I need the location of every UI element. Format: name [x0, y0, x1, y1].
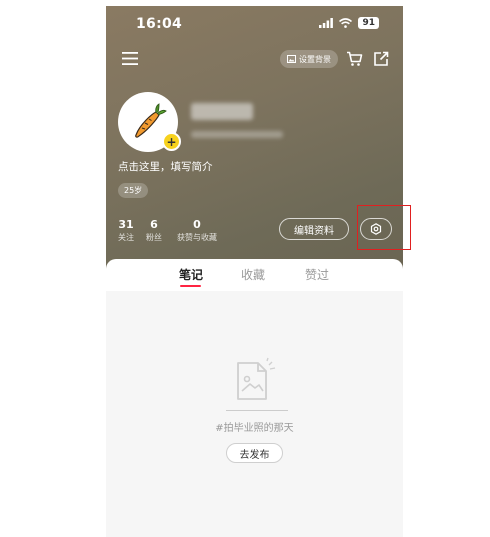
tab-collections[interactable]: 收藏 [241, 266, 265, 283]
user-id-blurred [191, 131, 283, 138]
wifi-icon [339, 18, 353, 28]
stat-followers-count: 6 [150, 218, 158, 231]
stat-likes-count: 0 [193, 218, 201, 231]
empty-note-icon [237, 357, 276, 400]
tab-liked[interactable]: 赞过 [305, 266, 329, 283]
stat-following[interactable]: 31 关注 [118, 218, 134, 243]
image-icon [287, 55, 296, 63]
active-tab-indicator [180, 285, 201, 287]
set-background-button[interactable]: 设置背景 [280, 50, 338, 68]
share-icon[interactable] [373, 51, 389, 67]
add-avatar-badge[interactable]: + [162, 132, 181, 151]
edit-profile-button[interactable]: 编辑资料 [279, 218, 349, 240]
username-blurred [191, 103, 253, 120]
carrot-icon [135, 103, 167, 138]
battery-indicator: 91 [358, 17, 379, 29]
bio-placeholder[interactable]: 点击这里，填写简介 [118, 159, 213, 174]
age-badge[interactable]: 25岁 [118, 183, 149, 198]
empty-state-hint: #拍毕业照的那天 [215, 423, 294, 434]
empty-divider [226, 410, 288, 411]
menu-icon[interactable] [122, 52, 138, 65]
stat-following-count: 31 [118, 218, 134, 231]
stat-following-label: 关注 [118, 233, 134, 242]
stat-followers[interactable]: 6 粉丝 [146, 218, 162, 243]
tab-notes[interactable]: 笔记 [179, 266, 203, 283]
stat-likes-collects[interactable]: 0 获赞与收藏 [177, 218, 217, 243]
profile-screen: 16:04 91 设置背景 + 点击这里，填写简介 25岁 31 关注 6 粉丝… [106, 6, 403, 537]
stat-likes-label: 获赞与收藏 [177, 233, 217, 242]
status-icons: 91 [319, 17, 379, 29]
status-time: 16:04 [136, 16, 183, 32]
stat-followers-label: 粉丝 [146, 233, 162, 242]
highlight-annotation [357, 205, 411, 250]
status-bar: 16:04 91 [106, 6, 403, 42]
cart-icon[interactable] [346, 51, 363, 67]
signal-icon [319, 18, 334, 28]
content-tabs: 笔记 收藏 赞过 [106, 259, 403, 291]
set-background-label: 设置背景 [299, 54, 331, 64]
go-post-button[interactable]: 去发布 [226, 443, 283, 463]
